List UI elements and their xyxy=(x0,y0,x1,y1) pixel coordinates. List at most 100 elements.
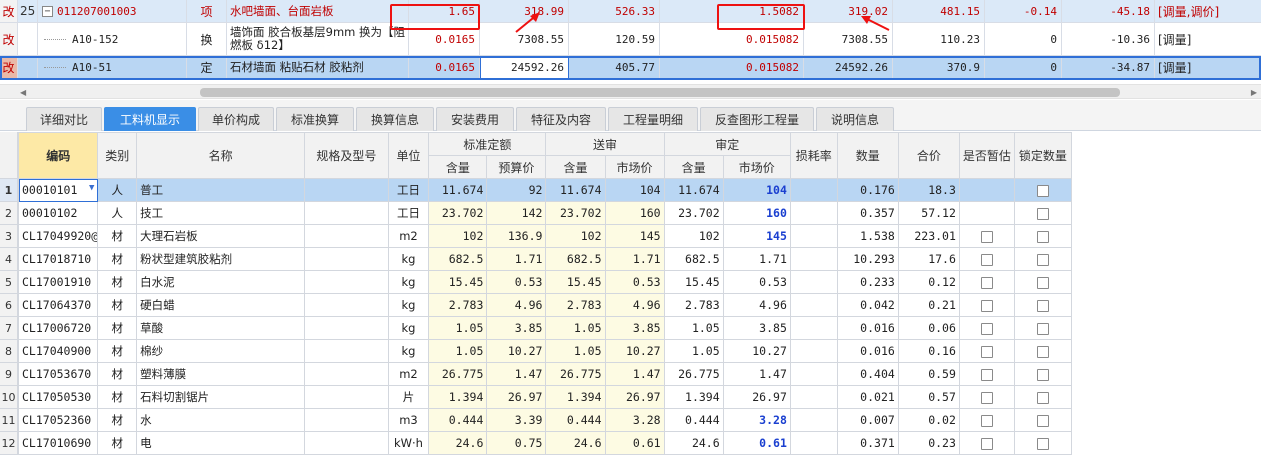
provisional-checkbox[interactable] xyxy=(980,322,993,335)
submitted-price[interactable]: 3.85 xyxy=(604,316,665,340)
approved-quantity[interactable]: 1.5082 xyxy=(660,0,804,22)
lock-quantity-checkbox[interactable] xyxy=(1036,368,1049,381)
provisional-checkbox[interactable] xyxy=(980,414,993,427)
row-number[interactable]: 3 xyxy=(0,225,18,248)
approved-price[interactable]: 1.71 xyxy=(722,247,791,271)
submitted-qty[interactable]: 15.45 xyxy=(545,270,606,294)
submitted-price[interactable]: 160 xyxy=(604,201,665,225)
header-quantity[interactable]: 数量 xyxy=(836,132,899,179)
tab-reverse-graphic-quantity[interactable]: 反查图形工程量 xyxy=(700,107,814,131)
provisional-checkbox[interactable] xyxy=(980,345,993,358)
table-row[interactable]: 00010101 ▼ 人普工 工日 11.674 92 11.674 104 11.674 104… xyxy=(17,178,1073,202)
provisional-checkbox[interactable] xyxy=(980,391,993,404)
quota-row-sub-selected[interactable]: 改 A10-51 定 石材墙面 粘贴石材 胶粘剂 0.0165 24592.26… xyxy=(0,56,1261,80)
approved-price[interactable]: 104 xyxy=(722,178,791,202)
quota-row-item[interactable]: 改 25 − 011207001003 项 水吧墙面、台面岩板 1.65 318… xyxy=(0,0,1261,23)
approved-qty[interactable]: 102 xyxy=(663,224,724,248)
provisional-checkbox[interactable] xyxy=(980,368,993,381)
header-category[interactable]: 类别 xyxy=(97,132,138,179)
approved-unit-price[interactable]: 24592.26 xyxy=(804,56,893,79)
submitted-qty[interactable]: 1.05 xyxy=(545,316,606,340)
provisional-checkbox[interactable] xyxy=(980,299,993,312)
resource-code[interactable]: CL17053670 xyxy=(17,362,99,386)
lock-quantity-checkbox[interactable] xyxy=(1036,184,1049,197)
approved-quantity[interactable]: 0.015082 xyxy=(660,56,804,79)
header-sub-qty[interactable]: 含量 xyxy=(545,155,606,179)
row-number[interactable]: 7 xyxy=(0,317,18,340)
resource-spec[interactable] xyxy=(304,178,389,202)
resource-spec[interactable] xyxy=(304,270,389,294)
std-quantity[interactable]: 1.65 xyxy=(409,0,480,22)
tab-quantity-details[interactable]: 工程量明细 xyxy=(608,107,698,131)
submitted-qty[interactable]: 11.674 xyxy=(545,178,606,202)
table-row[interactable]: 00010102 人技工 工日 23.702 142 23.702 160 23.702 160… xyxy=(17,201,1073,225)
lock-quantity-checkbox[interactable] xyxy=(1036,230,1049,243)
submitted-price[interactable]: 1.71 xyxy=(604,247,665,271)
header-code[interactable]: 编码 xyxy=(17,132,99,179)
lock-quantity-checkbox[interactable] xyxy=(1036,207,1049,220)
approved-qty[interactable]: 24.6 xyxy=(663,431,724,455)
loss-rate[interactable] xyxy=(789,385,838,409)
loss-rate[interactable] xyxy=(789,247,838,271)
resource-code[interactable]: CL17001910 xyxy=(17,270,99,294)
std-unit-price-editing[interactable]: 24592.26 xyxy=(480,56,569,79)
submitted-qty[interactable]: 682.5 xyxy=(545,247,606,271)
header-apr-price[interactable]: 市场价 xyxy=(722,155,791,179)
lock-quantity-checkbox[interactable] xyxy=(1036,276,1049,289)
approved-qty[interactable]: 1.05 xyxy=(663,339,724,363)
row-number[interactable]: 12 xyxy=(0,432,18,455)
submitted-qty[interactable]: 0.444 xyxy=(545,408,606,432)
approved-qty[interactable]: 23.702 xyxy=(663,201,724,225)
tab-labor-material-machine[interactable]: 工料机显示 xyxy=(104,107,196,131)
approved-price[interactable]: 0.53 xyxy=(722,270,791,294)
resource-code[interactable]: CL17018710 xyxy=(17,247,99,271)
submitted-qty[interactable]: 2.783 xyxy=(545,293,606,317)
row-number[interactable]: 1 xyxy=(0,179,18,202)
tab-description[interactable]: 说明信息 xyxy=(816,107,894,131)
approved-price[interactable]: 1.47 xyxy=(722,362,791,386)
resource-spec[interactable] xyxy=(304,293,389,317)
table-row[interactable]: CL17052360 材水 m3 0.444 3.39 0.444 3.28 0.444 3.2… xyxy=(17,408,1073,432)
header-apr-qty[interactable]: 含量 xyxy=(663,155,724,179)
table-row[interactable]: CL17053670 材塑料薄膜 m2 26.775 1.47 26.775 1.47 26.… xyxy=(17,362,1073,386)
submitted-price[interactable]: 10.27 xyxy=(604,339,665,363)
resource-spec[interactable] xyxy=(304,385,389,409)
submitted-qty[interactable]: 1.394 xyxy=(545,385,606,409)
loss-rate[interactable] xyxy=(789,362,838,386)
row-number[interactable]: 11 xyxy=(0,409,18,432)
resource-code[interactable]: CL17049920@1 xyxy=(17,224,99,248)
header-total[interactable]: 合价 xyxy=(897,132,960,179)
provisional-checkbox[interactable] xyxy=(980,253,993,266)
item-code-cell[interactable]: − 011207001003 xyxy=(38,0,187,22)
scroll-right-icon[interactable]: ▶ xyxy=(1251,88,1257,97)
submitted-price[interactable]: 104 xyxy=(604,178,665,202)
table-row[interactable]: CL17006720 材草酸 kg 1.05 3.85 1.05 3.85 1.05 3.85 0… xyxy=(17,316,1073,340)
row-number[interactable]: 5 xyxy=(0,271,18,294)
approved-qty[interactable]: 15.45 xyxy=(663,270,724,294)
header-std-qty[interactable]: 含量 xyxy=(428,155,488,179)
row-number[interactable]: 9 xyxy=(0,363,18,386)
loss-rate[interactable] xyxy=(789,408,838,432)
approved-price[interactable]: 3.85 xyxy=(722,316,791,340)
approved-qty[interactable]: 1.394 xyxy=(663,385,724,409)
resource-code[interactable]: 00010102 xyxy=(17,201,99,225)
tab-installation-cost[interactable]: 安装费用 xyxy=(436,107,514,131)
approved-price[interactable]: 160 xyxy=(722,201,791,225)
loss-rate[interactable] xyxy=(789,178,838,202)
tab-standard-conversion[interactable]: 标准换算 xyxy=(276,107,354,131)
header-loss-rate[interactable]: 损耗率 xyxy=(789,132,838,179)
row-number[interactable]: 2 xyxy=(0,202,18,225)
header-std-price[interactable]: 预算价 xyxy=(486,155,547,179)
chevron-down-icon[interactable]: ▼ xyxy=(89,183,94,193)
tab-detail-compare[interactable]: 详细对比 xyxy=(26,107,102,131)
std-quantity[interactable]: 0.0165 xyxy=(409,56,480,79)
submitted-price[interactable]: 26.97 xyxy=(604,385,665,409)
loss-rate[interactable] xyxy=(789,270,838,294)
table-row[interactable]: CL17001910 材白水泥 kg 15.45 0.53 15.45 0.53 15.45 0… xyxy=(17,270,1073,294)
approved-qty[interactable]: 2.783 xyxy=(663,293,724,317)
lock-quantity-checkbox[interactable] xyxy=(1036,299,1049,312)
resource-code[interactable]: CL17010690 xyxy=(17,431,99,455)
lock-quantity-checkbox[interactable] xyxy=(1036,391,1049,404)
header-provisional[interactable]: 是否暂估 xyxy=(958,132,1015,179)
submitted-qty[interactable]: 24.6 xyxy=(545,431,606,455)
